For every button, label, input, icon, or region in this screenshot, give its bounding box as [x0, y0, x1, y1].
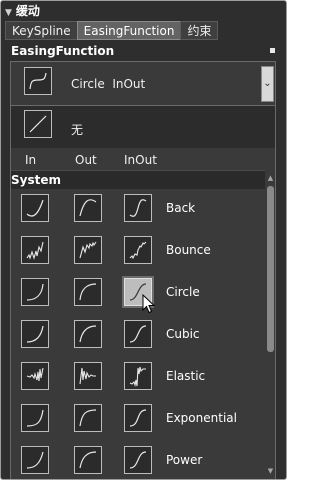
tab-strip: KeySpline EasingFunction 约束 — [5, 21, 219, 40]
tab-keyspline[interactable]: KeySpline — [5, 21, 78, 40]
selected-curve-icon — [24, 67, 52, 95]
easing-name-circle: Circle — [166, 285, 200, 299]
circle-in-button[interactable] — [21, 278, 49, 306]
bounce-in-button[interactable] — [21, 236, 49, 264]
easing-row-back: Back — [11, 188, 265, 230]
easing-row-circle: Circle — [11, 272, 265, 314]
scroll-up-icon[interactable]: ▲ — [266, 174, 275, 182]
cubic-in-button[interactable] — [21, 320, 49, 348]
bounce-out-button[interactable] — [74, 236, 102, 264]
column-header-in: In — [25, 153, 37, 167]
chevron-down-icon[interactable]: ⌄ — [261, 66, 274, 102]
cubic-out-button[interactable] — [74, 320, 102, 348]
elastic-out-button[interactable] — [74, 362, 102, 390]
scrollbar-thumb[interactable] — [267, 186, 274, 352]
back-in-button[interactable] — [21, 194, 49, 222]
column-header-out: Out — [75, 153, 97, 167]
collapse-triangle-icon[interactable]: ▼ — [5, 8, 12, 18]
easing-dropdown-list: 无 In Out InOut System ▲ ▼ Back Bounce Ci… — [10, 106, 276, 479]
easing-row-bounce: Bounce — [11, 230, 265, 272]
easing-name-bounce: Bounce — [166, 243, 211, 257]
easing-name-cubic: Cubic — [166, 327, 200, 341]
bounce-inout-button[interactable] — [124, 236, 152, 264]
easing-grid: Back Bounce Circle Cubic Elastic Exponen… — [11, 188, 265, 479]
list-item-none[interactable]: 无 — [11, 106, 275, 148]
tab-easingfunction[interactable]: EasingFunction — [76, 21, 182, 40]
easing-name-elastic: Elastic — [166, 369, 206, 383]
easing-name-power: Power — [166, 453, 203, 467]
elastic-inout-button[interactable] — [124, 362, 152, 390]
combo-mode: Circle — [71, 77, 105, 91]
section-title: EasingFunction — [11, 44, 115, 58]
advanced-options-icon[interactable] — [270, 48, 275, 53]
easing-row-cubic: Cubic — [11, 314, 265, 356]
column-header-inout: InOut — [124, 153, 157, 167]
exponential-out-button[interactable] — [74, 404, 102, 432]
circle-out-button[interactable] — [74, 278, 102, 306]
easing-name-exponential: Exponential — [166, 411, 237, 425]
combo-variant: InOut — [112, 77, 146, 91]
group-header-system: System — [11, 170, 265, 189]
power-out-button[interactable] — [74, 446, 102, 474]
panel-title: 缓动 — [15, 4, 40, 18]
easing-row-power: Power — [11, 440, 265, 479]
mouse-pointer-icon — [142, 293, 156, 318]
panel-header[interactable]: ▼ 缓动 — [5, 3, 40, 19]
cubic-inout-button[interactable] — [124, 320, 152, 348]
back-out-button[interactable] — [74, 194, 102, 222]
back-inout-button[interactable] — [124, 194, 152, 222]
exponential-in-button[interactable] — [21, 404, 49, 432]
group-label: System — [11, 173, 61, 187]
scroll-down-icon[interactable]: ▼ — [266, 467, 275, 475]
linear-curve-icon — [24, 110, 52, 138]
elastic-in-button[interactable] — [21, 362, 49, 390]
list-scrollbar[interactable]: ▲ ▼ — [266, 172, 275, 479]
exponential-inout-button[interactable] — [124, 404, 152, 432]
power-inout-button[interactable] — [124, 446, 152, 474]
easing-row-elastic: Elastic — [11, 356, 265, 398]
easing-combobox[interactable]: Circle InOut ⌄ — [10, 61, 276, 106]
easing-name-back: Back — [166, 201, 196, 215]
none-label: 无 — [71, 123, 84, 137]
power-in-button[interactable] — [21, 446, 49, 474]
easing-row-exponential: Exponential — [11, 398, 265, 440]
combo-value: Circle InOut — [71, 77, 145, 91]
tab-constraints[interactable]: 约束 — [180, 21, 219, 40]
easing-panel: ▼ 缓动 KeySpline EasingFunction 约束 EasingFu… — [0, 0, 287, 480]
